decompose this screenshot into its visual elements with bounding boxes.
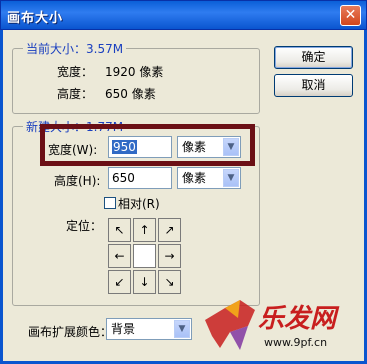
extension-color-label: 画布扩展颜色：	[28, 325, 113, 339]
extension-color-value: 背景	[111, 322, 136, 336]
anchor-grid: ↖ ↑ ↗ ← → ↙ ↓ ↘	[108, 218, 182, 295]
anchor-right[interactable]: →	[158, 244, 181, 268]
highlight-box	[40, 124, 255, 166]
cancel-button[interactable]: 取消	[274, 74, 353, 97]
relative-checkbox[interactable]	[104, 197, 116, 209]
current-width-label: 宽度：	[57, 65, 94, 79]
height-unit-select[interactable]: 像素 ▼	[177, 167, 241, 189]
new-height-label: 高度(H):	[54, 174, 101, 188]
relative-label: 相对(R)	[118, 197, 160, 211]
height-input-value: 650	[112, 171, 135, 185]
bull-logo-icon	[205, 300, 255, 350]
title-bar: 画布大小 ✕	[0, 0, 367, 30]
current-size-group: 当前大小：3.57M 宽度： 1920 像素 高度： 650 像素	[12, 40, 260, 114]
current-width-value: 1920 像素	[105, 65, 164, 79]
anchor-top-right[interactable]: ↗	[158, 218, 181, 242]
watermark-logo: 乐发网 www.9pf.cn	[200, 290, 360, 360]
watermark-text: 乐发网	[258, 304, 337, 334]
chevron-down-icon: ▼	[223, 169, 239, 187]
close-button[interactable]: ✕	[340, 5, 361, 26]
chevron-down-icon: ▼	[174, 320, 190, 338]
extension-color-select[interactable]: 背景 ▼	[106, 318, 192, 340]
window-title: 画布大小	[7, 11, 64, 26]
height-input[interactable]: 650	[108, 167, 172, 189]
anchor-bottom[interactable]: ↓	[133, 270, 156, 294]
ok-button[interactable]: 确定	[274, 46, 353, 69]
anchor-label: 定位：	[66, 219, 103, 233]
anchor-left[interactable]: ←	[108, 244, 131, 268]
height-unit-value: 像素	[182, 171, 207, 185]
current-height-label: 高度：	[57, 87, 94, 101]
anchor-bottom-right[interactable]: ↘	[158, 270, 181, 294]
current-height-value: 650 像素	[105, 87, 156, 101]
anchor-top[interactable]: ↑	[133, 218, 156, 242]
anchor-bottom-left[interactable]: ↙	[108, 270, 131, 294]
anchor-top-left[interactable]: ↖	[108, 218, 131, 242]
watermark-url: www.9pf.cn	[264, 336, 328, 349]
anchor-center[interactable]	[133, 244, 156, 268]
current-size-legend: 当前大小：3.57M	[23, 40, 127, 57]
close-icon: ✕	[344, 7, 357, 23]
